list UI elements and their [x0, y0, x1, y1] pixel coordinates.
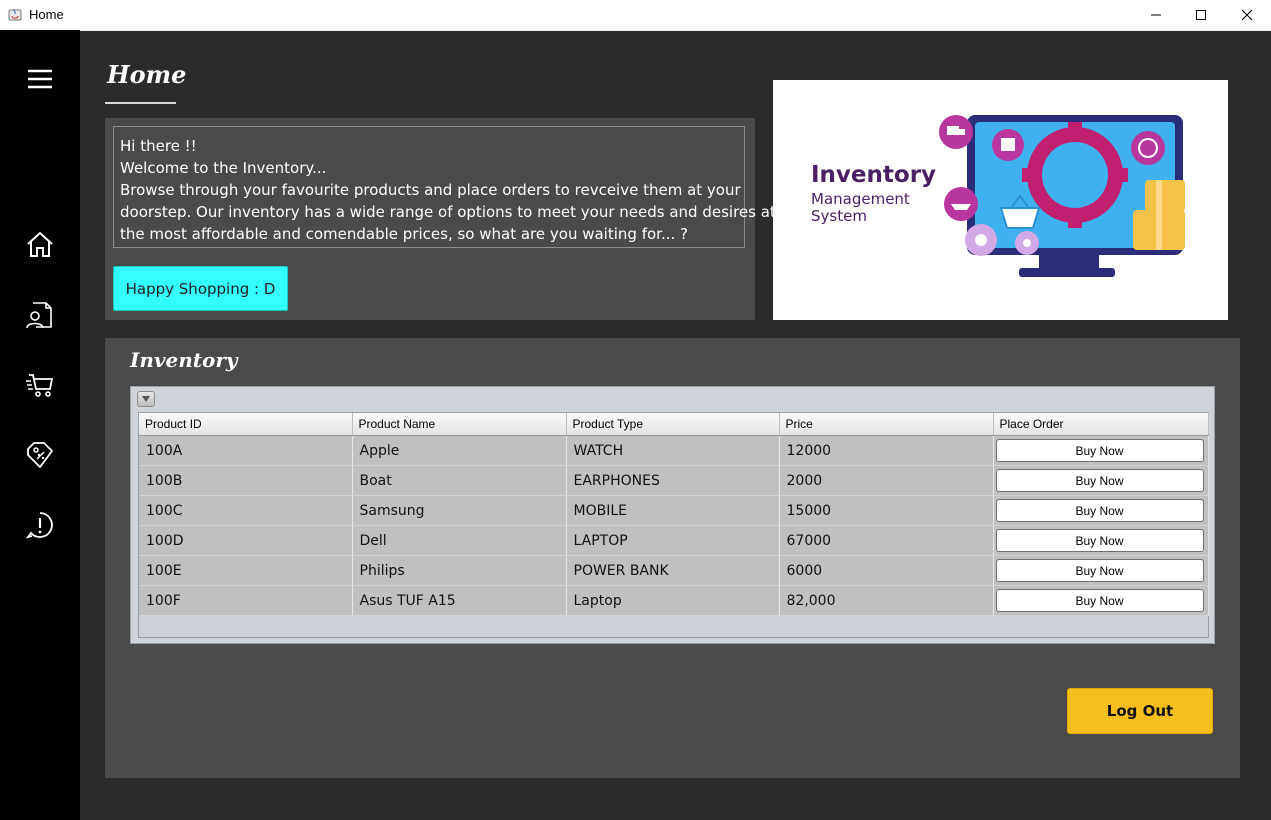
- java-app-icon: [8, 8, 22, 21]
- cell-product-name[interactable]: Boat: [352, 465, 567, 496]
- cell-product-type[interactable]: EARPHONES: [566, 465, 780, 496]
- alert-icon: [25, 512, 53, 539]
- inventory-table: Product ID Product Name Product Type Pri…: [139, 413, 1209, 616]
- price-tag-icon: [27, 442, 54, 469]
- inventory-illustration: Inventory Management System: [773, 80, 1228, 320]
- cell-place-order: Buy Now: [993, 555, 1209, 586]
- cell-product-id[interactable]: 100F: [139, 585, 353, 616]
- fast-cart-icon: [26, 374, 54, 397]
- close-button[interactable]: [1224, 0, 1270, 30]
- cell-product-type[interactable]: MOBILE: [566, 495, 780, 526]
- welcome-line: Hi there !!: [120, 137, 197, 155]
- cell-price[interactable]: 82,000: [779, 585, 994, 616]
- cell-price[interactable]: 67000: [779, 525, 994, 556]
- happy-shopping-button[interactable]: Happy Shopping : D: [113, 266, 288, 311]
- home-icon: [27, 231, 53, 257]
- cell-product-id[interactable]: 100C: [139, 495, 353, 526]
- cell-price[interactable]: 2000: [779, 465, 994, 496]
- inventory-table-container: Product ID Product Name Product Type Pri…: [130, 386, 1215, 644]
- cell-product-id[interactable]: 100B: [139, 465, 353, 496]
- welcome-line: the most affordable and comendable price…: [120, 225, 688, 243]
- illustration-subtitle-line: System: [811, 207, 867, 225]
- sidebar-item-profile[interactable]: [24, 299, 56, 331]
- cell-product-type[interactable]: LAPTOP: [566, 525, 780, 556]
- close-icon: [1241, 9, 1253, 21]
- buy-now-button[interactable]: Buy Now: [995, 559, 1204, 582]
- cell-product-name[interactable]: Philips: [352, 555, 567, 586]
- window-title: Home: [29, 7, 64, 22]
- menu-icon: [28, 69, 52, 89]
- column-header-product-name[interactable]: Product Name: [352, 413, 567, 436]
- cell-product-name[interactable]: Asus TUF A15: [352, 585, 567, 616]
- welcome-line: Welcome to the Inventory...: [120, 159, 327, 177]
- cell-product-type[interactable]: POWER BANK: [566, 555, 780, 586]
- cell-place-order: Buy Now: [993, 465, 1209, 496]
- log-out-button[interactable]: Log Out: [1067, 688, 1213, 734]
- inventory-panel: Inventory Product ID Product Name Produc…: [105, 338, 1240, 778]
- table-row[interactable]: 100F Asus TUF A15 Laptop 82,000 Buy Now: [139, 585, 1209, 616]
- monitor-gear-graphic: [939, 115, 1185, 277]
- cell-price[interactable]: 12000: [779, 435, 994, 466]
- sidebar-item-cart[interactable]: [24, 369, 56, 401]
- illustration-subtitle: Management System: [811, 191, 910, 225]
- welcome-panel: Hi there !! Welcome to the Inventory... …: [105, 118, 776, 320]
- cell-place-order: Buy Now: [993, 525, 1209, 556]
- column-header-price[interactable]: Price: [779, 413, 994, 436]
- column-header-product-type[interactable]: Product Type: [566, 413, 780, 436]
- table-row[interactable]: 100D Dell LAPTOP 67000 Buy Now: [139, 525, 1209, 556]
- user-document-icon: [26, 302, 52, 329]
- buy-now-button[interactable]: Buy Now: [995, 469, 1204, 492]
- cell-price[interactable]: 6000: [779, 555, 994, 586]
- cell-product-type[interactable]: Laptop: [566, 585, 780, 616]
- sidebar: [0, 30, 80, 820]
- illustration-subtitle-line: Management: [811, 190, 910, 208]
- table-row[interactable]: 100E Philips POWER BANK 6000 Buy Now: [139, 555, 1209, 586]
- table-row[interactable]: 100C Samsung MOBILE 15000 Buy Now: [139, 495, 1209, 526]
- maximize-icon: [1196, 10, 1206, 20]
- welcome-line: Browse through your favourite products a…: [120, 181, 741, 199]
- cell-product-name[interactable]: Samsung: [352, 495, 567, 526]
- cell-place-order: Buy Now: [993, 495, 1209, 526]
- maximize-button[interactable]: [1178, 0, 1224, 30]
- sidebar-item-offers[interactable]: [24, 439, 56, 471]
- cell-product-name[interactable]: Dell: [352, 525, 567, 556]
- window-titlebar: Home: [0, 0, 1271, 31]
- inventory-heading: Inventory: [130, 348, 238, 372]
- collapse-button[interactable]: [137, 391, 155, 407]
- cell-place-order: Buy Now: [993, 435, 1209, 466]
- cell-product-type[interactable]: WATCH: [566, 435, 780, 466]
- page-title: Home: [107, 60, 187, 89]
- cell-product-id[interactable]: 100E: [139, 555, 353, 586]
- minimize-button[interactable]: [1133, 0, 1179, 30]
- cell-product-id[interactable]: 100A: [139, 435, 353, 466]
- menu-button[interactable]: [24, 63, 56, 95]
- welcome-line: doorstep. Our inventory has a wide range…: [120, 203, 776, 221]
- cell-product-id[interactable]: 100D: [139, 525, 353, 556]
- buy-now-button[interactable]: Buy Now: [995, 529, 1204, 552]
- table-header-row: Product ID Product Name Product Type Pri…: [139, 413, 1209, 436]
- sidebar-item-home[interactable]: [24, 229, 56, 261]
- minimize-icon: [1151, 14, 1161, 16]
- cell-place-order: Buy Now: [993, 585, 1209, 616]
- welcome-text-area: Hi there !! Welcome to the Inventory... …: [113, 126, 776, 248]
- title-underline: [105, 102, 176, 104]
- cell-price[interactable]: 15000: [779, 495, 994, 526]
- inventory-table-frame: Product ID Product Name Product Type Pri…: [138, 412, 1209, 638]
- cell-product-name[interactable]: Apple: [352, 435, 567, 466]
- sidebar-item-help[interactable]: [24, 509, 56, 541]
- table-row[interactable]: 100B Boat EARPHONES 2000 Buy Now: [139, 465, 1209, 496]
- illustration-title: Inventory: [811, 162, 937, 188]
- table-row[interactable]: 100A Apple WATCH 12000 Buy Now: [139, 435, 1209, 466]
- column-header-product-id[interactable]: Product ID: [139, 413, 353, 436]
- buy-now-button[interactable]: Buy Now: [995, 589, 1204, 612]
- buy-now-button[interactable]: Buy Now: [995, 439, 1204, 462]
- column-header-place-order[interactable]: Place Order: [993, 413, 1209, 436]
- triangle-down-icon: [142, 396, 150, 402]
- buy-now-button[interactable]: Buy Now: [995, 499, 1204, 522]
